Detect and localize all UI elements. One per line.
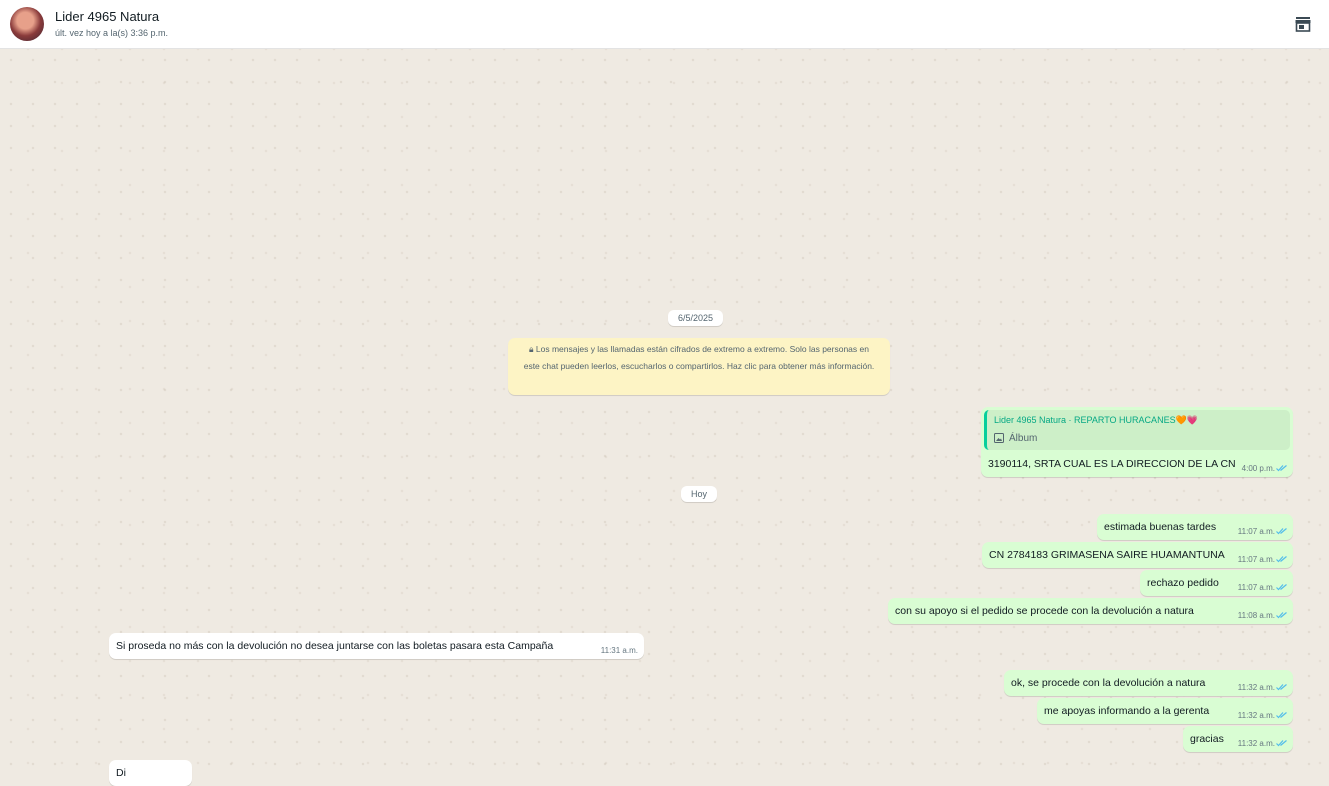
message-text: 3190114, SRTA CUAL ES LA DIRECCION DE LA… <box>988 458 1236 470</box>
message-time: 11:32 a.m. <box>1237 739 1275 748</box>
message-time: 11:32 a.m. <box>1237 711 1275 720</box>
double-check-icon <box>1276 612 1287 619</box>
lock-icon: 🔒︎ <box>529 344 536 354</box>
message-text: gracias <box>1190 733 1224 745</box>
date-separator: 6/5/2025 <box>668 310 724 326</box>
encryption-notice[interactable]: 🔒︎ Los mensajes y las llamadas están cif… <box>508 338 890 395</box>
message-text: Di <box>116 767 126 779</box>
message-bubble-outgoing[interactable]: CN 2784183 GRIMASENA SAIRE HUAMANTUNA 11… <box>982 542 1293 568</box>
message-bubble-outgoing[interactable]: rechazo pedido 11:07 a.m. <box>1140 570 1293 596</box>
message-bubble-outgoing[interactable]: Lider 4965 Natura · REPARTO HURACANES🧡💗 … <box>981 407 1293 477</box>
encryption-notice-text: Los mensajes y las llamadas están cifrad… <box>523 344 875 371</box>
storefront-icon[interactable] <box>1294 15 1312 33</box>
contact-avatar[interactable] <box>10 7 44 41</box>
message-bubble-incoming[interactable]: Si proseda no más con la devolución no d… <box>109 633 644 659</box>
message-time: 11:32 a.m. <box>1237 683 1275 692</box>
message-time: 11:07 a.m. <box>1237 583 1275 592</box>
quoted-author: Lider 4965 Natura · REPARTO HURACANES🧡💗 <box>994 415 1198 425</box>
message-time: 11:08 a.m. <box>1237 611 1275 620</box>
message-text: ok, se procede con la devolución a natur… <box>1011 677 1206 689</box>
date-separator: Hoy <box>681 486 718 502</box>
message-text: estimada buenas tardes <box>1104 521 1217 533</box>
message-time: 11:31 a.m. <box>600 646 638 655</box>
quoted-message[interactable]: Lider 4965 Natura · REPARTO HURACANES🧡💗 … <box>984 410 1290 450</box>
double-check-icon <box>1276 684 1287 691</box>
double-check-icon <box>1276 584 1287 591</box>
message-bubble-outgoing[interactable]: estimada buenas tardes 11:07 a.m. <box>1097 514 1293 540</box>
quoted-album-label: Álbum <box>1009 433 1038 444</box>
message-bubble-incoming[interactable]: Di <box>109 760 192 786</box>
contact-name[interactable]: Lider 4965 Natura <box>55 9 159 24</box>
double-check-icon <box>1276 528 1287 535</box>
double-check-icon <box>1276 556 1287 563</box>
message-bubble-outgoing[interactable]: gracias 11:32 a.m. <box>1183 726 1293 752</box>
message-text: Si proseda no más con la devolución no d… <box>116 640 554 652</box>
message-bubble-outgoing[interactable]: ok, se procede con la devolución a natur… <box>1004 670 1293 696</box>
last-seen-status: últ. vez hoy a la(s) 3:36 p.m. <box>55 28 169 38</box>
message-text: CN 2784183 GRIMASENA SAIRE HUAMANTUNA <box>989 549 1225 561</box>
double-check-icon <box>1276 712 1287 719</box>
message-time: 11:07 a.m. <box>1237 527 1275 536</box>
message-text: con su apoyo si el pedido se procede con… <box>895 605 1194 617</box>
double-check-icon <box>1276 740 1287 747</box>
message-time: 4:00 p.m. <box>1241 464 1275 473</box>
message-bubble-outgoing[interactable]: me apoyas informando a la gerenta 11:32 … <box>1037 698 1293 724</box>
double-check-icon <box>1276 465 1287 472</box>
message-text: rechazo pedido <box>1147 577 1219 589</box>
message-bubble-outgoing[interactable]: con su apoyo si el pedido se procede con… <box>888 598 1293 624</box>
chat-header: Lider 4965 Natura últ. vez hoy a la(s) 3… <box>0 0 1329 49</box>
album-icon <box>994 433 1004 443</box>
message-text: me apoyas informando a la gerenta <box>1044 705 1210 717</box>
message-time: 11:07 a.m. <box>1237 555 1275 564</box>
